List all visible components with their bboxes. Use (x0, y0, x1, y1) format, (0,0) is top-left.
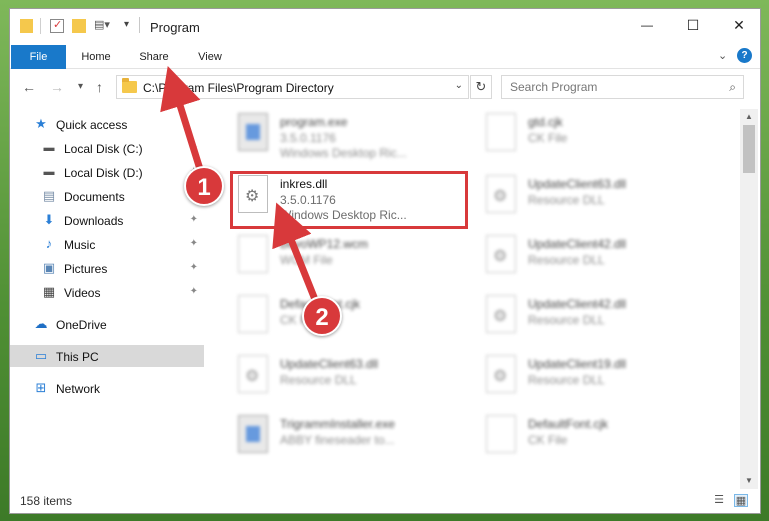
annotation-badge-2: 2 (302, 296, 342, 336)
annotation-arrows (160, 65, 324, 316)
annotation-badge-1: 1 (184, 166, 224, 206)
